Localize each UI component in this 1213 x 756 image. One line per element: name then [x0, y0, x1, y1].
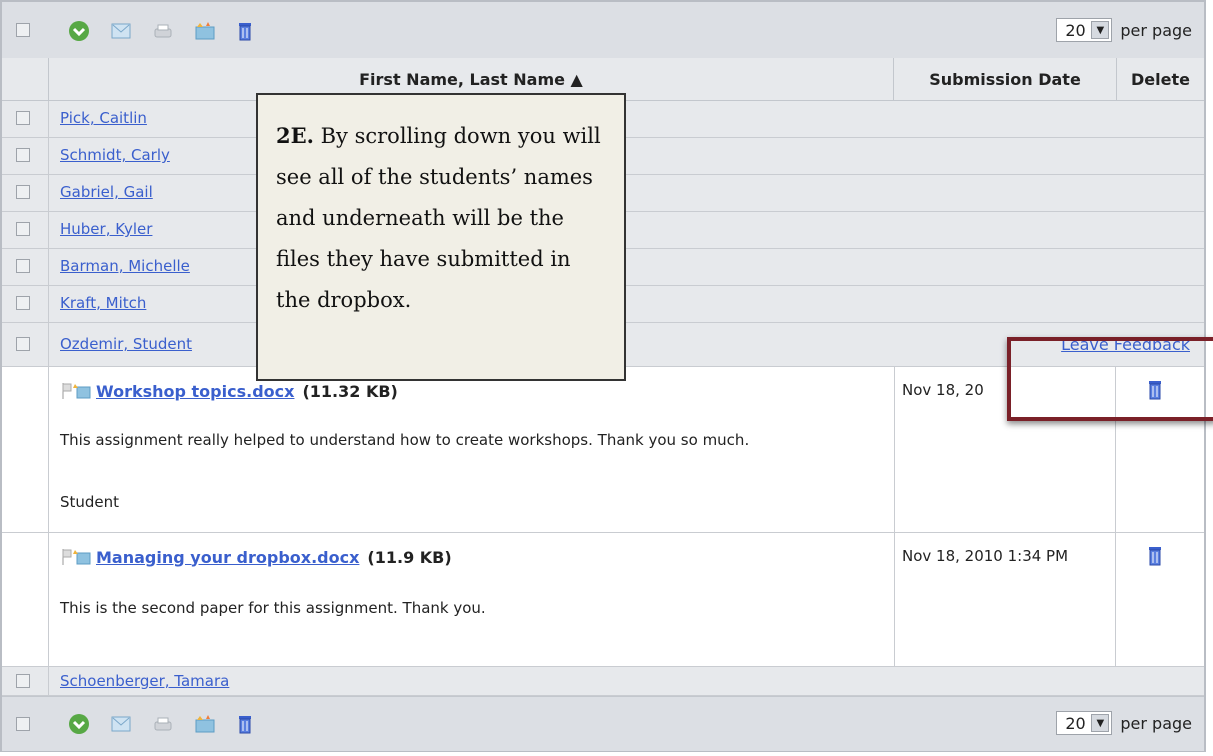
submission-row: Managing your dropbox.docx (11.9 KB) Nov… [2, 533, 1204, 667]
per-page-select[interactable]: 20 ▼ [1056, 18, 1113, 42]
submission-comment: This is the second paper for this assign… [60, 599, 486, 617]
table-row: Schoenberger, Tamara [2, 667, 1204, 696]
download-icon[interactable] [68, 713, 90, 735]
row-checkbox-cell [2, 323, 49, 366]
submission-indent [2, 367, 49, 532]
per-page-value: 20 [1065, 20, 1086, 40]
per-page-value: 20 [1065, 713, 1086, 733]
file-flag-icon [62, 549, 91, 565]
submission-comment: This assignment really helped to underst… [60, 431, 750, 449]
row-checkbox-cell [2, 212, 49, 248]
select-all-checkbox[interactable] [16, 23, 30, 37]
callout-step: 2E. [276, 123, 314, 148]
row-checkbox[interactable] [16, 296, 30, 310]
submission-file: Managing your dropbox.docx (11.9 KB) [60, 547, 452, 567]
row-checkbox[interactable] [16, 222, 30, 236]
header-checkbox-cell [2, 58, 49, 100]
select-all-checkbox[interactable] [16, 717, 30, 731]
date-column-header[interactable]: Submission Date [894, 58, 1117, 100]
row-checkbox[interactable] [16, 674, 30, 688]
feedback-highlight-box [1007, 337, 1213, 421]
delete-submission-icon[interactable] [1146, 545, 1164, 571]
name-header-label: First Name, Last Name ▲ [359, 69, 583, 89]
submission-file-size: (11.9 KB) [367, 547, 452, 567]
submission-date: Nov 18, 20 [902, 381, 984, 399]
callout-text: By scrolling down you will see all of th… [276, 124, 601, 312]
bottom-toolbar: 20 ▼ per page [2, 696, 1204, 751]
student-name-link[interactable]: Gabriel, Gail [60, 183, 153, 201]
submission-file-link[interactable]: Workshop topics.docx [96, 382, 294, 401]
row-checkbox-cell [2, 138, 49, 174]
folder-move-icon[interactable] [194, 713, 216, 735]
per-page-label: per page [1120, 713, 1192, 733]
row-checkbox[interactable] [16, 111, 30, 125]
student-name-link[interactable]: Schmidt, Carly [60, 146, 170, 164]
submission-indent [2, 533, 49, 666]
submission-file-size: (11.32 KB) [302, 381, 398, 401]
student-name-link[interactable]: Huber, Kyler [60, 220, 152, 238]
submission-file: Workshop topics.docx (11.32 KB) [60, 381, 398, 401]
folder-move-icon[interactable] [194, 20, 216, 42]
row-checkbox-cell [2, 101, 49, 137]
chevron-down-icon[interactable]: ▼ [1091, 714, 1110, 732]
row-checkbox[interactable] [16, 185, 30, 199]
submission-date: Nov 18, 2010 1:34 PM [902, 547, 1069, 565]
student-name-link[interactable]: Pick, Caitlin [60, 109, 147, 127]
row-checkbox[interactable] [16, 337, 30, 351]
row-checkbox-cell [2, 286, 49, 322]
student-name-link[interactable]: Ozdemir, Student [60, 335, 192, 353]
trash-icon[interactable] [234, 20, 256, 42]
top-toolbar: 20 ▼ per page [2, 2, 1204, 59]
per-page-control: 20 ▼ per page [1056, 711, 1192, 735]
print-icon[interactable] [152, 20, 174, 42]
print-icon[interactable] [152, 713, 174, 735]
delete-column-header: Delete [1117, 58, 1204, 100]
submission-signature: Student [60, 493, 120, 511]
submission-file-link[interactable]: Managing your dropbox.docx [96, 548, 359, 567]
student-name-link[interactable]: Barman, Michelle [60, 257, 190, 275]
per-page-control: 20 ▼ per page [1056, 18, 1192, 42]
email-icon[interactable] [110, 20, 132, 42]
download-icon[interactable] [68, 20, 90, 42]
delete-header-label: Delete [1131, 69, 1190, 89]
date-header-label: Submission Date [929, 69, 1081, 89]
row-checkbox-cell [2, 667, 49, 695]
per-page-select[interactable]: 20 ▼ [1056, 711, 1113, 735]
file-flag-icon [62, 383, 91, 399]
chevron-down-icon[interactable]: ▼ [1091, 21, 1110, 39]
row-checkbox-cell [2, 175, 49, 211]
student-name-link[interactable]: Schoenberger, Tamara [60, 672, 229, 690]
trash-icon[interactable] [234, 713, 256, 735]
student-name-link[interactable]: Kraft, Mitch [60, 294, 146, 312]
row-checkbox[interactable] [16, 259, 30, 273]
row-checkbox[interactable] [16, 148, 30, 162]
tutorial-callout: 2E. By scrolling down you will see all o… [256, 93, 626, 381]
per-page-label: per page [1120, 20, 1192, 40]
row-checkbox-cell [2, 249, 49, 285]
email-icon[interactable] [110, 713, 132, 735]
